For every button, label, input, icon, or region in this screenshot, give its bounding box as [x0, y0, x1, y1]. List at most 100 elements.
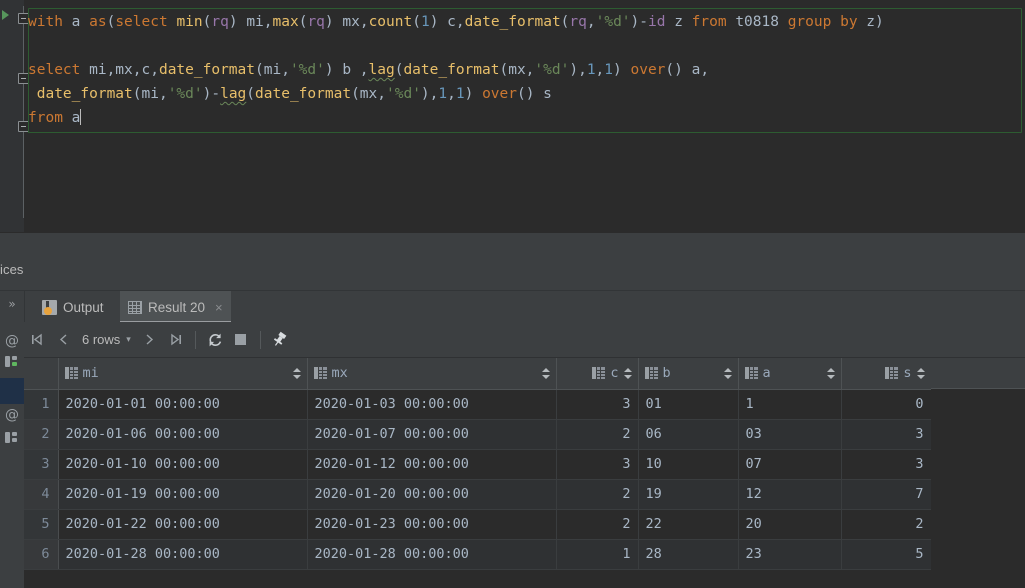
cell-s[interactable]: 2: [841, 509, 932, 540]
column-header-mx[interactable]: mx: [307, 358, 557, 390]
cell-s[interactable]: 5: [841, 539, 932, 570]
cell-a[interactable]: 23: [738, 539, 842, 570]
column-header-a[interactable]: a: [738, 358, 842, 390]
cell-c[interactable]: 2: [556, 419, 639, 450]
next-page-button[interactable]: [137, 327, 163, 353]
sort-arrows-icon[interactable]: [826, 367, 835, 380]
cell-a[interactable]: 03: [738, 419, 842, 450]
cell-b[interactable]: 06: [638, 419, 739, 450]
table-row[interactable]: 2 2020-01-06 00:00:00 2020-01-07 00:00:00 2…: [24, 419, 932, 450]
row-number-header: [24, 358, 59, 390]
code-token: from: [28, 110, 63, 126]
table-row[interactable]: 4 2020-01-19 00:00:00 2020-01-20 00:00:00 2…: [24, 479, 932, 510]
cell-b[interactable]: 28: [638, 539, 739, 570]
code-token: ): [875, 14, 884, 30]
cell-a[interactable]: 20: [738, 509, 842, 540]
database-icon[interactable]: [3, 430, 21, 448]
run-statement-icon[interactable]: [2, 10, 9, 20]
column-header-b[interactable]: b: [638, 358, 739, 390]
cell-c[interactable]: 3: [556, 449, 639, 480]
cell-b[interactable]: 22: [638, 509, 739, 540]
code-token: date_format: [403, 62, 500, 78]
cell-b[interactable]: 10: [638, 449, 739, 480]
column-label: a: [762, 365, 771, 382]
at-icon[interactable]: @: [3, 406, 21, 424]
sql-code[interactable]: with a as(select min(rq) mi,max(rq) mx,c…: [28, 10, 1025, 130]
cell-mx[interactable]: 2020-01-03 00:00:00: [307, 389, 557, 420]
first-page-icon: [31, 333, 42, 346]
cell-b[interactable]: 19: [638, 479, 739, 510]
cell-s[interactable]: 3: [841, 419, 932, 450]
table-row[interactable]: 1 2020-01-01 00:00:00 2020-01-03 00:00:00 3…: [24, 389, 932, 420]
code-token: (: [132, 86, 142, 102]
cell-c[interactable]: 2: [556, 509, 639, 540]
first-page-button[interactable]: [24, 327, 50, 353]
cell-a[interactable]: 07: [738, 449, 842, 480]
sort-arrows-icon[interactable]: [292, 367, 301, 380]
database-icon[interactable]: [3, 354, 21, 372]
code-line: select mi,mx,c,date_format(mi,'%d') b ,l…: [28, 58, 1025, 82]
cell-c[interactable]: 2: [556, 479, 639, 510]
cell-a[interactable]: 12: [738, 479, 842, 510]
column-header-mi[interactable]: mi: [58, 358, 308, 390]
code-token: 1: [604, 62, 614, 78]
previous-page-button[interactable]: [50, 327, 76, 353]
cell-c[interactable]: 3: [556, 389, 639, 420]
code-token: ): [630, 14, 640, 30]
table-body: 1 2020-01-01 00:00:00 2020-01-03 00:00:00 3…: [24, 389, 932, 570]
cell-mx[interactable]: 2020-01-12 00:00:00: [307, 449, 557, 480]
sort-arrows-icon[interactable]: [723, 367, 732, 380]
code-token: mi,: [263, 62, 290, 78]
pin-button[interactable]: [267, 327, 293, 353]
refresh-button[interactable]: [202, 327, 228, 353]
cell-s[interactable]: 0: [841, 389, 932, 420]
column-header-s[interactable]: s: [841, 358, 932, 390]
column-icon: [885, 367, 899, 380]
cell-mx[interactable]: 2020-01-07 00:00:00: [307, 419, 557, 450]
last-page-button[interactable]: [163, 327, 189, 353]
sort-arrows-icon[interactable]: [623, 367, 632, 380]
table-row[interactable]: 5 2020-01-22 00:00:00 2020-01-23 00:00:00 2…: [24, 509, 932, 540]
row-count-dropdown[interactable]: 6 rows ▾: [76, 332, 137, 347]
cell-mx[interactable]: 2020-01-20 00:00:00: [307, 479, 557, 510]
row-number-cell: 1: [24, 389, 59, 420]
close-icon[interactable]: ×: [215, 300, 223, 315]
stop-button[interactable]: [228, 327, 254, 353]
cell-c[interactable]: 1: [556, 539, 639, 570]
cell-mx[interactable]: 2020-01-28 00:00:00: [307, 539, 557, 570]
code-token: date_format: [255, 86, 352, 102]
cell-b[interactable]: 01: [638, 389, 739, 420]
cell-a[interactable]: 1: [738, 389, 842, 420]
table-row[interactable]: 6 2020-01-28 00:00:00 2020-01-28 00:00:00 1…: [24, 539, 932, 570]
cell-mi[interactable]: 2020-01-22 00:00:00: [58, 509, 308, 540]
result-grid[interactable]: mi mx c b a s 1 2020-01-01 00:00:00 2020…: [24, 358, 1025, 588]
sort-arrows-icon[interactable]: [916, 367, 925, 380]
table-row[interactable]: 3 2020-01-10 00:00:00 2020-01-12 00:00:00 3…: [24, 449, 932, 480]
cell-mi[interactable]: 2020-01-06 00:00:00: [58, 419, 308, 450]
at-icon[interactable]: @: [3, 332, 21, 350]
code-token: (: [351, 86, 360, 102]
code-token: by: [840, 14, 858, 30]
tab-result-20[interactable]: Result 20 ×: [120, 291, 231, 323]
sort-arrows-icon[interactable]: [541, 367, 550, 380]
cell-mx[interactable]: 2020-01-23 00:00:00: [307, 509, 557, 540]
column-header-c[interactable]: c: [556, 358, 639, 390]
grid-empty-area: [931, 358, 1025, 588]
cell-mi[interactable]: 2020-01-01 00:00:00: [58, 389, 308, 420]
output-icon: [42, 299, 57, 315]
cell-mi[interactable]: 2020-01-10 00:00:00: [58, 449, 308, 480]
cell-s[interactable]: 7: [841, 479, 932, 510]
code-token: mx,: [359, 86, 386, 102]
cell-mi[interactable]: 2020-01-28 00:00:00: [58, 539, 308, 570]
code-token: mx,: [508, 62, 535, 78]
code-token: mi,: [237, 14, 273, 30]
sql-editor-pane[interactable]: with a as(select min(rq) mi,max(rq) mx,c…: [0, 0, 1025, 232]
column-icon: [313, 367, 327, 380]
tab-output[interactable]: Output: [34, 291, 112, 323]
cell-mi[interactable]: 2020-01-19 00:00:00: [58, 479, 308, 510]
expand-chevrons-icon[interactable]: »: [2, 297, 22, 311]
cell-s[interactable]: 3: [841, 449, 932, 480]
ide-window: with a as(select min(rq) mi,max(rq) mx,c…: [0, 0, 1025, 588]
